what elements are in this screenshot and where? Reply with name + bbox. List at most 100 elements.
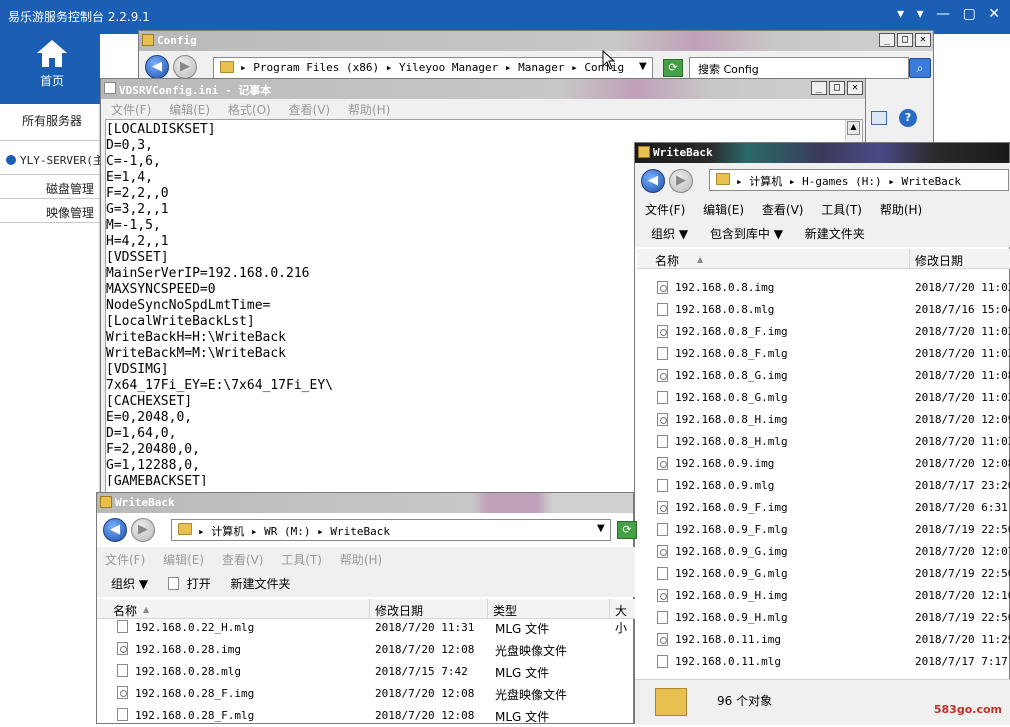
- maximize-button[interactable]: □: [897, 33, 913, 47]
- wb-right-column-header: 名称 ▲ 修改日期: [637, 249, 1010, 269]
- refresh-icon[interactable]: ⟳: [663, 59, 683, 77]
- open-button[interactable]: 打开: [187, 577, 211, 591]
- table-row[interactable]: 192.168.0.8_H.img 2018/7/20 12:09: [653, 409, 1010, 431]
- minimize-button[interactable]: _: [811, 81, 827, 95]
- notepad-icon: [104, 82, 116, 94]
- close-button[interactable]: ✕: [847, 81, 863, 95]
- scroll-up-icon[interactable]: ▲: [847, 121, 860, 135]
- file-icon: [657, 611, 668, 624]
- menu-view[interactable]: 查看(V): [762, 203, 804, 217]
- disc-image-file-icon: [657, 545, 668, 558]
- menu-edit[interactable]: 编辑(E): [703, 203, 744, 217]
- table-row[interactable]: 192.168.0.9_F.mlg 2018/7/19 22:50: [653, 519, 1010, 541]
- menu-file[interactable]: 文件(F): [111, 103, 151, 117]
- wb-left-title: WriteBack: [115, 496, 175, 509]
- file-icon: [657, 655, 668, 668]
- wb-left-column-header: 名称 ▲ 修改日期 类型 大小: [97, 599, 635, 635]
- config-search-input[interactable]: 搜索 Config: [689, 57, 909, 79]
- table-row[interactable]: 192.168.0.8.img 2018/7/20 11:03: [653, 277, 1010, 299]
- column-divider[interactable]: [369, 599, 370, 619]
- divider: [0, 140, 100, 141]
- back-arrow-icon[interactable]: ◀: [103, 518, 127, 542]
- sidebar: 所有服务器 YLY-SERVER(主 磁盘管理 映像管理: [0, 104, 104, 724]
- column-divider[interactable]: [609, 599, 610, 619]
- file-name: 192.168.0.28.mlg: [135, 665, 241, 678]
- file-name: 192.168.0.8_G.mlg: [675, 391, 788, 404]
- table-row[interactable]: 192.168.0.8_F.mlg 2018/7/20 11:03: [653, 343, 1010, 365]
- search-icon[interactable]: ⌕: [909, 58, 931, 78]
- table-row[interactable]: 192.168.0.22_H.mlg 2018/7/20 11:31 MLG 文件: [113, 617, 633, 639]
- address-dropdown-icon[interactable]: ▼: [639, 61, 647, 72]
- menu-file[interactable]: 文件(F): [105, 553, 145, 567]
- table-row[interactable]: 192.168.0.8_G.mlg 2018/7/20 11:03: [653, 387, 1010, 409]
- forward-arrow-icon[interactable]: ▶: [669, 169, 693, 193]
- organize-button[interactable]: 组织 ▼: [651, 227, 688, 241]
- menu-file[interactable]: 文件(F): [645, 203, 685, 217]
- close-button[interactable]: ✕: [915, 33, 931, 47]
- table-row[interactable]: 192.168.0.11.mlg 2018/7/17 7:17: [653, 651, 1009, 673]
- table-row[interactable]: 192.168.0.9_F.img 2018/7/20 6:31: [653, 497, 1009, 519]
- notepad-text-area[interactable]: [LOCALDISKSET] D=0,3, C=-1,6, E=1,4, F=2…: [106, 122, 642, 486]
- table-row[interactable]: 192.168.0.28.img 2018/7/20 12:08 光盘映像文件: [113, 639, 633, 661]
- wb-right-titlebar[interactable]: WriteBack: [635, 143, 1009, 163]
- table-row[interactable]: 192.168.0.8_F.img 2018/7/20 11:03: [653, 321, 1010, 343]
- table-row[interactable]: 192.168.0.28.mlg 2018/7/15 7:42 MLG 文件: [113, 661, 633, 683]
- menu-help[interactable]: 帮助(H): [880, 203, 922, 217]
- app-window-controls[interactable]: ▾ ▾ — ▢ ✕: [897, 6, 1004, 22]
- table-row[interactable]: 192.168.0.11.img 2018/7/20 11:29: [653, 629, 1010, 651]
- address-dropdown-icon[interactable]: ▼: [597, 523, 605, 534]
- search-placeholder: 搜索 Config: [698, 63, 759, 76]
- file-date: 2018/7/20 11:03: [915, 391, 1010, 404]
- table-row[interactable]: 192.168.0.9.img 2018/7/20 12:08: [653, 453, 1010, 475]
- menu-tools[interactable]: 工具(T): [281, 553, 322, 567]
- maximize-button[interactable]: □: [829, 81, 845, 95]
- wb-left-address-bar[interactable]: ▸ 计算机 ▸ WR (M:) ▸ WriteBack: [171, 519, 611, 541]
- table-row[interactable]: 192.168.0.9_H.mlg 2018/7/19 22:50: [653, 607, 1010, 629]
- menu-format[interactable]: 格式(O): [228, 103, 271, 117]
- menu-tools[interactable]: 工具(T): [821, 203, 862, 217]
- menu-view[interactable]: 查看(V): [289, 103, 331, 117]
- col-name[interactable]: 名称: [655, 252, 679, 269]
- forward-arrow-icon[interactable]: ▶: [173, 55, 197, 79]
- table-row[interactable]: 192.168.0.8_H.mlg 2018/7/20 11:03: [653, 431, 1010, 453]
- col-date[interactable]: 修改日期: [915, 252, 963, 269]
- refresh-icon[interactable]: ⟳: [617, 521, 637, 539]
- column-divider[interactable]: [487, 599, 488, 619]
- forward-arrow-icon[interactable]: ▶: [131, 518, 155, 542]
- preview-pane-icon[interactable]: [871, 111, 887, 125]
- table-row[interactable]: 192.168.0.9_G.mlg 2018/7/19 22:50: [653, 563, 1010, 585]
- back-arrow-icon[interactable]: ◀: [145, 55, 169, 79]
- sidebar-item-server[interactable]: YLY-SERVER(主: [6, 152, 106, 168]
- new-folder-button[interactable]: 新建文件夹: [805, 227, 865, 241]
- table-row[interactable]: 192.168.0.8_G.img 2018/7/20 11:08: [653, 365, 1010, 387]
- menu-edit[interactable]: 编辑(E): [163, 553, 204, 567]
- notepad-titlebar[interactable]: VDSRVConfig.ini - 记事本 _ □ ✕: [101, 79, 865, 99]
- table-row[interactable]: 192.168.0.28_F.img 2018/7/20 12:08 光盘映像文件: [113, 683, 633, 705]
- wb-right-address-bar[interactable]: ▸ 计算机 ▸ H-games (H:) ▸ WriteBack: [709, 169, 1009, 191]
- minimize-button[interactable]: _: [879, 33, 895, 47]
- config-titlebar[interactable]: Config _ □ ✕: [139, 31, 933, 51]
- menu-view[interactable]: 查看(V): [222, 553, 264, 567]
- include-library-button[interactable]: 包含到库中 ▼: [710, 227, 783, 241]
- folder-icon: [142, 34, 154, 46]
- new-folder-button[interactable]: 新建文件夹: [231, 577, 291, 591]
- back-arrow-icon[interactable]: ◀: [641, 169, 665, 193]
- menu-help[interactable]: 帮助(H): [340, 553, 382, 567]
- table-row[interactable]: 192.168.0.9.mlg 2018/7/17 23:20: [653, 475, 1010, 497]
- wb-left-titlebar[interactable]: WriteBack: [97, 493, 633, 513]
- disc-image-file-icon: [657, 281, 668, 294]
- table-row[interactable]: 192.168.0.8.mlg 2018/7/16 15:04: [653, 299, 1010, 321]
- menu-help[interactable]: 帮助(H): [348, 103, 390, 117]
- file-name: 192.168.0.9_H.img: [675, 589, 788, 602]
- column-divider[interactable]: [909, 249, 910, 269]
- config-address-bar[interactable]: ▸ Program Files (x86) ▸ Yileyoo Manager …: [213, 57, 653, 79]
- organize-button[interactable]: 组织 ▼: [111, 577, 148, 591]
- table-row[interactable]: 192.168.0.9_H.img 2018/7/20 12:10: [653, 585, 1010, 607]
- home-button[interactable]: 首页: [22, 40, 82, 94]
- table-row[interactable]: 192.168.0.9_G.img 2018/7/20 12:07: [653, 541, 1010, 563]
- disc-image-file-icon: [657, 369, 668, 382]
- menu-edit[interactable]: 编辑(E): [169, 103, 210, 117]
- help-icon[interactable]: ?: [899, 109, 917, 127]
- file-date: 2018/7/15 7:42: [375, 665, 468, 678]
- file-icon: [657, 303, 668, 316]
